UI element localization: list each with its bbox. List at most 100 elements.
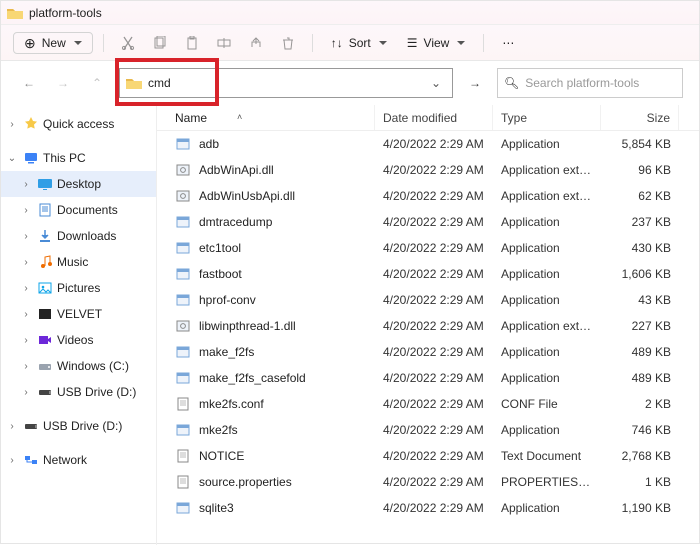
- file-row[interactable]: libwinpthread-1.dll4/20/2022 2:29 AMAppl…: [157, 313, 699, 339]
- file-row[interactable]: fastboot4/20/2022 2:29 AMApplication1,60…: [157, 261, 699, 287]
- file-row[interactable]: AdbWinUsbApi.dll4/20/2022 2:29 AMApplica…: [157, 183, 699, 209]
- expand-icon[interactable]: ›: [5, 119, 19, 130]
- file-row[interactable]: mke2fs.conf4/20/2022 2:29 AMCONF File2 K…: [157, 391, 699, 417]
- sidebar-item-videos[interactable]: ›Videos: [1, 327, 156, 353]
- expand-icon[interactable]: ›: [19, 361, 33, 372]
- file-row[interactable]: AdbWinApi.dll4/20/2022 2:29 AMApplicatio…: [157, 157, 699, 183]
- expand-icon[interactable]: ›: [19, 309, 33, 320]
- column-date[interactable]: Date modified: [375, 105, 493, 130]
- file-row[interactable]: etc1tool4/20/2022 2:29 AMApplication430 …: [157, 235, 699, 261]
- file-row[interactable]: adb4/20/2022 2:29 AMApplication5,854 KB: [157, 131, 699, 157]
- file-row[interactable]: source.properties4/20/2022 2:29 AMPROPER…: [157, 469, 699, 495]
- forward-button[interactable]: →: [51, 71, 75, 95]
- sidebar-item-label: Pictures: [57, 281, 100, 295]
- navigation-pane[interactable]: ›Quick access⌄This PC›Desktop›Documents›…: [1, 105, 157, 545]
- sidebar-item-usb2[interactable]: › USB Drive (D:): [1, 413, 156, 439]
- file-type: Application: [493, 345, 601, 359]
- sidebar-item-network[interactable]: › Network: [1, 447, 156, 473]
- file-size: 1,190 KB: [601, 501, 679, 515]
- column-size[interactable]: Size: [601, 105, 679, 130]
- chevron-down-icon: [377, 36, 387, 50]
- view-icon: ☰: [407, 36, 418, 50]
- file-type-icon: [175, 214, 191, 230]
- sidebar-item-downloads[interactable]: ›Downloads: [1, 223, 156, 249]
- view-button[interactable]: ☰ View: [399, 32, 474, 54]
- address-input[interactable]: [148, 76, 426, 90]
- file-type-icon: [175, 240, 191, 256]
- expand-icon[interactable]: ›: [19, 387, 33, 398]
- file-row[interactable]: mke2fs4/20/2022 2:29 AMApplication746 KB: [157, 417, 699, 443]
- column-type[interactable]: Type: [493, 105, 601, 130]
- usb-icon: [23, 418, 39, 434]
- file-row[interactable]: make_f2fs4/20/2022 2:29 AMApplication489…: [157, 339, 699, 365]
- file-row[interactable]: sqlite34/20/2022 2:29 AMApplication1,190…: [157, 495, 699, 521]
- copy-icon[interactable]: [146, 29, 174, 57]
- expand-icon[interactable]: ›: [19, 335, 33, 346]
- file-type-icon: [175, 500, 191, 516]
- sidebar-item-desktop[interactable]: ›Desktop: [1, 171, 156, 197]
- sidebar-item-pictures[interactable]: › Pictures: [1, 275, 156, 301]
- sort-button[interactable]: ↑↓ Sort: [323, 32, 395, 54]
- sidebar-item-velvet[interactable]: › VELVET: [1, 301, 156, 327]
- file-type: Application: [493, 241, 601, 255]
- file-type-icon: [175, 292, 191, 308]
- expand-icon[interactable]: ⌄: [5, 153, 19, 164]
- sort-asc-icon: ˄: [237, 112, 242, 122]
- search-box[interactable]: 🔍︎: [497, 68, 683, 98]
- expand-icon[interactable]: ›: [19, 257, 33, 268]
- column-name[interactable]: Name˄: [157, 105, 375, 130]
- expand-icon[interactable]: ›: [19, 231, 33, 242]
- file-row[interactable]: make_f2fs_casefold4/20/2022 2:29 AMAppli…: [157, 365, 699, 391]
- expand-icon[interactable]: ›: [19, 283, 33, 294]
- file-size: 1 KB: [601, 475, 679, 489]
- file-name: hprof-conv: [199, 293, 256, 307]
- vid-icon: [37, 332, 53, 348]
- sidebar-item-label: USB Drive (D:): [43, 419, 122, 433]
- rename-icon[interactable]: [210, 29, 238, 57]
- file-row[interactable]: hprof-conv4/20/2022 2:29 AMApplication43…: [157, 287, 699, 313]
- column-headers[interactable]: Name˄ Date modified Type Size: [157, 105, 699, 131]
- expand-icon[interactable]: ›: [5, 455, 19, 466]
- expand-icon[interactable]: ›: [5, 421, 19, 432]
- expand-icon[interactable]: ›: [19, 205, 33, 216]
- file-type-icon: [175, 422, 191, 438]
- search-input[interactable]: [525, 76, 680, 90]
- file-type: Application exten...: [493, 319, 601, 333]
- divider: [312, 34, 313, 52]
- sidebar-item-label: Windows (C:): [57, 359, 129, 373]
- sidebar-item-documents[interactable]: ›Documents: [1, 197, 156, 223]
- file-type-icon: [175, 318, 191, 334]
- delete-icon[interactable]: [274, 29, 302, 57]
- cut-icon[interactable]: [114, 29, 142, 57]
- file-row[interactable]: NOTICE4/20/2022 2:29 AMText Document2,76…: [157, 443, 699, 469]
- sidebar-item-thispc[interactable]: ⌄This PC: [1, 145, 156, 171]
- sidebar-item-label: VELVET: [57, 307, 102, 321]
- sidebar-item-music[interactable]: › Music: [1, 249, 156, 275]
- window-title: platform-tools: [29, 6, 102, 20]
- chevron-down-icon: [455, 36, 465, 50]
- sidebar-item-label: Music: [57, 255, 88, 269]
- file-list[interactable]: Name˄ Date modified Type Size adb4/20/20…: [157, 105, 699, 545]
- sidebar-item-cdrive[interactable]: › Windows (C:): [1, 353, 156, 379]
- new-button[interactable]: ⊕ New: [13, 32, 93, 54]
- address-history-dropdown[interactable]: ⌄: [426, 76, 446, 90]
- sidebar-item-label: Network: [43, 453, 87, 467]
- file-type: Text Document: [493, 449, 601, 463]
- up-button[interactable]: ⌃: [85, 71, 109, 95]
- file-type-icon: [175, 474, 191, 490]
- paste-icon[interactable]: [178, 29, 206, 57]
- file-date: 4/20/2022 2:29 AM: [375, 371, 493, 385]
- sidebar-item-usb1[interactable]: ›USB Drive (D:): [1, 379, 156, 405]
- sidebar-item-quick[interactable]: ›Quick access: [1, 111, 156, 137]
- go-refresh-button[interactable]: →: [463, 71, 487, 95]
- file-date: 4/20/2022 2:29 AM: [375, 345, 493, 359]
- file-size: 2 KB: [601, 397, 679, 411]
- drive-icon: [37, 358, 53, 374]
- back-button[interactable]: ←: [17, 71, 41, 95]
- view-label: View: [424, 36, 450, 50]
- file-row[interactable]: dmtracedump4/20/2022 2:29 AMApplication2…: [157, 209, 699, 235]
- more-icon[interactable]: ⋯: [494, 29, 522, 57]
- expand-icon[interactable]: ›: [19, 179, 33, 190]
- share-icon[interactable]: [242, 29, 270, 57]
- address-bar[interactable]: ⌄: [119, 68, 453, 98]
